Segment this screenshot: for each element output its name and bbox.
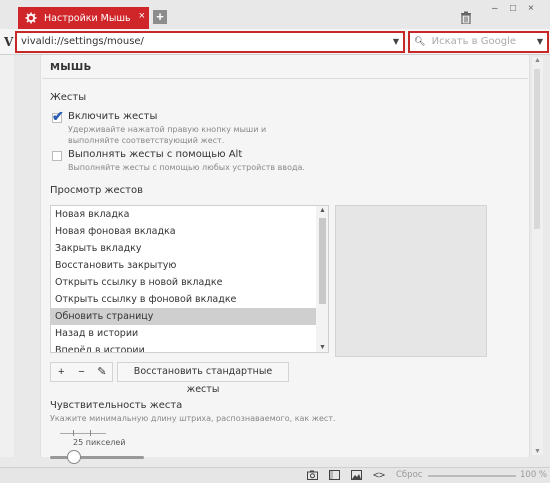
zoom-reset-button[interactable]: Сброс	[396, 470, 422, 480]
list-scrollbar[interactable]: ▲ ▼	[316, 206, 328, 352]
restore-default-gestures-button[interactable]: Восстановить стандартные жесты	[117, 362, 289, 395]
add-gesture-button[interactable]: +	[51, 363, 71, 381]
sensitivity-slider[interactable]	[50, 456, 144, 459]
enable-gestures-checkbox[interactable]: ✔	[52, 108, 64, 124]
chevron-down-icon[interactable]: ▼	[537, 37, 543, 46]
trash-icon[interactable]	[460, 11, 472, 27]
list-toolbar: + − ✎	[50, 362, 113, 382]
list-item[interactable]: Открыть ссылку в новой вкладке	[51, 274, 328, 291]
list-item[interactable]: Открыть ссылку в фоновой вкладке	[51, 291, 328, 308]
alt-gestures-label: Выполнять жесты с помощью Alt	[68, 149, 243, 160]
alt-gestures-hint: Выполняйте жесты с помощью любых устройс…	[68, 163, 305, 172]
sensitivity-value: 25 пикселей	[73, 438, 126, 447]
gestures-header: Жесты	[50, 92, 87, 103]
vivaldi-logo-icon[interactable]: V	[4, 35, 13, 49]
address-bar: V vivaldi://settings/mouse/ ▼ 🔍︎ Искать …	[0, 29, 550, 55]
maximize-icon[interactable]: □	[510, 3, 516, 14]
scroll-down-icon[interactable]: ▼	[319, 344, 326, 351]
zoom-slider[interactable]	[428, 475, 516, 477]
checkmark-icon: ✔	[52, 108, 64, 124]
code-icon[interactable]: <>	[373, 470, 385, 481]
divider	[42, 78, 528, 79]
tick-mark	[73, 430, 74, 436]
list-item[interactable]: Новая вкладка	[51, 206, 328, 223]
tick-mark	[90, 430, 91, 436]
enable-gestures-hint: Удерживайте нажатой правую кнопку мыши и…	[68, 125, 267, 145]
image-icon[interactable]	[351, 470, 362, 483]
scroll-thumb[interactable]	[534, 69, 540, 229]
tab-title: Настройки Мышь	[44, 12, 131, 24]
enable-gestures-label: Включить жесты	[68, 111, 158, 122]
zoom-level: 100 %	[520, 470, 548, 480]
close-tab-icon[interactable]: ×	[139, 10, 145, 22]
list-item[interactable]: Закрыть вкладку	[51, 240, 328, 257]
gesture-preview	[335, 205, 487, 357]
search-placeholder: Искать в Google	[431, 36, 517, 47]
sensitivity-hint: Укажите минимальную длину штриха, распоз…	[50, 414, 336, 423]
chevron-down-icon[interactable]: ▼	[393, 37, 399, 46]
search-icon: 🔍︎	[414, 37, 426, 47]
list-item[interactable]: Обновить страницу	[51, 308, 328, 325]
list-item[interactable]: Назад в истории	[51, 325, 328, 342]
url-text: vivaldi://settings/mouse/	[21, 36, 144, 47]
gesture-list[interactable]: Новая вкладка Новая фоновая вкладка Закрыт…	[50, 205, 329, 353]
page-title: МЫШЬ	[50, 62, 92, 73]
scroll-thumb[interactable]	[319, 218, 326, 304]
url-field[interactable]: vivaldi://settings/mouse/ ▼	[15, 31, 405, 53]
list-item[interactable]: Вперёд в истории	[51, 342, 328, 352]
new-tab-button[interactable]: +	[153, 10, 167, 24]
sidebar-strip	[0, 55, 14, 457]
camera-icon[interactable]	[307, 470, 318, 483]
scroll-up-icon[interactable]: ▲	[534, 57, 541, 64]
sensitivity-slider-knob[interactable]	[66, 450, 81, 464]
list-item[interactable]: Восстановить закрытую	[51, 257, 328, 274]
tick-line	[60, 433, 106, 434]
scroll-down-icon[interactable]: ▼	[534, 448, 541, 455]
search-input[interactable]: 🔍︎ Искать в Google ▼	[408, 31, 549, 53]
scroll-up-icon[interactable]: ▲	[319, 207, 326, 214]
view-gestures-header: Просмотр жестов	[50, 185, 143, 196]
alt-gestures-checkbox[interactable]	[52, 151, 62, 161]
sensitivity-header: Чувствительность жеста	[50, 400, 183, 411]
tab-bar: Настройки Мышь × + – □ ×	[0, 0, 550, 29]
minimize-icon[interactable]: –	[492, 3, 498, 14]
list-item[interactable]: Новая фоновая вкладка	[51, 223, 328, 240]
remove-gesture-button[interactable]: −	[71, 363, 91, 381]
close-window-icon[interactable]: ×	[528, 3, 534, 14]
gear-icon	[24, 12, 37, 25]
edit-gesture-button[interactable]: ✎	[92, 363, 112, 381]
status-bar: <> Сброс 100 %	[0, 467, 550, 483]
page-scrollbar[interactable]: ▲ ▼	[532, 57, 543, 455]
tab-settings[interactable]: Настройки Мышь ×	[18, 7, 149, 29]
panel-toggle-icon[interactable]	[329, 470, 340, 483]
